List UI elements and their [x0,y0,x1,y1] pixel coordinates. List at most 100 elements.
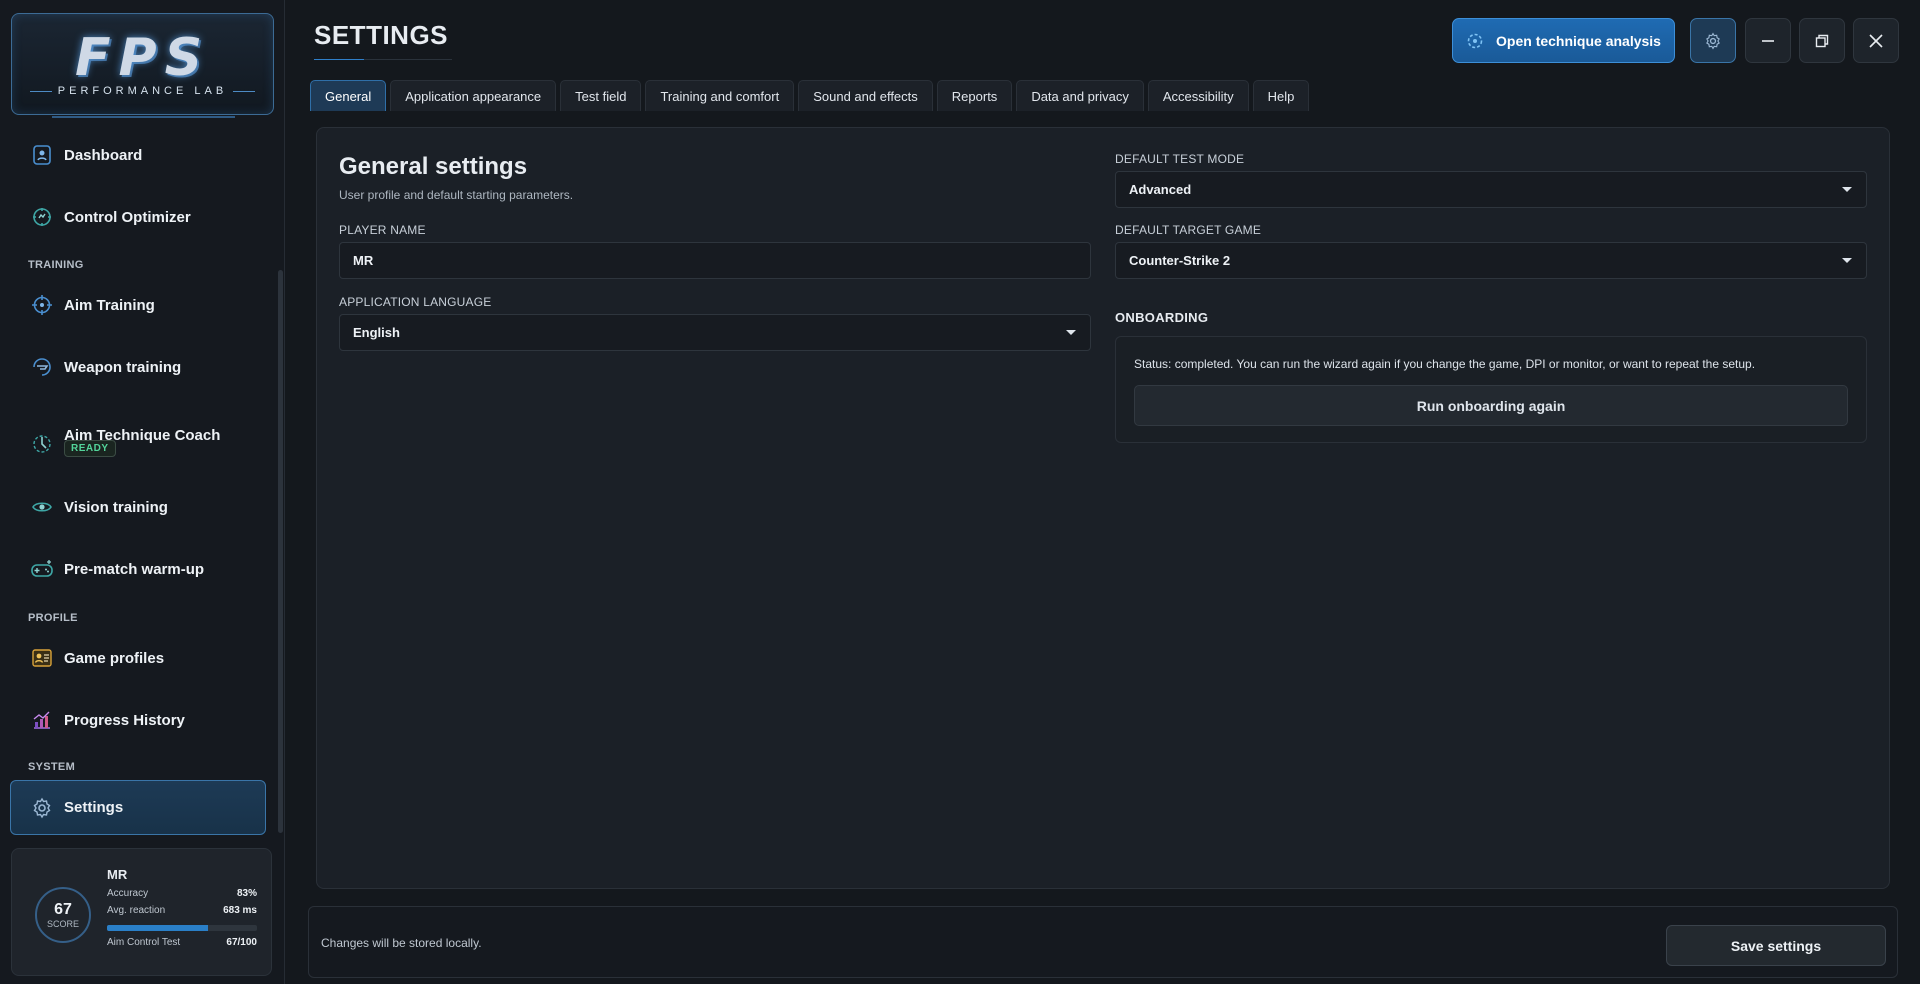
optimizer-icon [30,205,54,229]
ready-badge: READY [64,440,116,457]
tab-reports[interactable]: Reports [936,80,1013,111]
gamepad-icon [30,557,54,581]
test-progress-fill [107,925,208,931]
chevron-down-icon [1066,330,1076,335]
test-progress-bar [107,925,257,931]
player-name: MR [107,867,128,882]
save-settings-button[interactable]: Save settings [1666,925,1886,966]
onboarding-box: Status: completed. You can run the wizar… [1115,336,1867,443]
sidebar-scrollbar[interactable] [278,270,283,833]
player-name-field[interactable]: MR [339,242,1091,279]
logo-divider [52,116,235,118]
test-row: Aim Control Test 67/100 [107,937,257,948]
test-mode-select[interactable]: Advanced [1115,171,1867,208]
target-game-label: DEFAULT TARGET GAME [1115,223,1262,237]
accuracy-row: Accuracy 83% [107,888,257,899]
sidebar-item-label: Game profiles [64,649,165,667]
tab-accessibility[interactable]: Accessibility [1147,80,1249,111]
score-ring: 67 SCORE [35,887,91,943]
sidebar-item-vision-training[interactable]: Vision training [10,485,266,529]
title-underline [314,59,452,60]
target-game-value: Counter-Strike 2 [1129,253,1231,268]
weapon-icon [30,355,54,379]
minimize-button[interactable] [1745,18,1791,63]
section-subtitle: User profile and default starting parame… [339,188,574,202]
section-label-system: SYSTEM [28,761,76,773]
open-technique-analysis-button[interactable]: Open technique analysis [1452,18,1675,63]
sidebar-item-progress-history[interactable]: Progress History [10,698,266,742]
score-label: SCORE [46,919,79,929]
sidebar-item-label: Pre-match warm-up [64,560,205,578]
sidebar-item-label: Weapon training [64,358,182,376]
run-onboarding-button[interactable]: Run onboarding again [1134,385,1848,426]
test-value: 67/100 [226,937,257,948]
language-select[interactable]: English [339,314,1091,351]
app-logo[interactable]: FPS PERFORMANCE LAB [11,13,274,115]
page-title: SETTINGS [314,20,449,50]
chevron-down-icon [1842,258,1852,263]
sidebar-item-game-profiles[interactable]: Game profiles [10,636,266,680]
target-game-select[interactable]: Counter-Strike 2 [1115,242,1867,279]
tab-sound-and-effects[interactable]: Sound and effects [798,80,933,111]
close-icon [1869,33,1883,48]
profile-summary-card[interactable]: 67 SCORE MR Accuracy 83% Avg. reaction 6… [11,848,272,976]
restore-icon [1815,34,1829,48]
onboarding-title: ONBOARDING [1115,310,1209,325]
section-label-training: TRAINING [28,259,84,271]
sidebar-item-aim-technique-coach[interactable]: Aim Technique Coach [10,414,266,474]
chart-icon [30,708,54,732]
sidebar-item-weapon-training[interactable]: Weapon training [10,345,266,389]
score-value: 67 [54,901,72,918]
settings-button[interactable] [1690,18,1736,63]
player-name-label: PLAYER NAME [339,223,426,237]
logo-subtitle: PERFORMANCE LAB [12,85,273,97]
tab-data-and-privacy[interactable]: Data and privacy [1016,80,1144,111]
reaction-row: Avg. reaction 683 ms [107,905,257,916]
footer-note: Changes will be stored locally. [321,936,482,950]
gear-icon [1704,32,1722,50]
section-title: General settings [339,153,528,180]
reaction-value: 683 ms [223,905,257,916]
accuracy-label: Accuracy [107,888,149,899]
tab-help[interactable]: Help [1252,80,1310,111]
section-label-profile: PROFILE [28,612,78,624]
coach-icon [30,432,54,456]
reaction-label: Avg. reaction [107,905,166,916]
gear-icon [30,796,54,820]
test-label: Aim Control Test [107,937,181,948]
sidebar-item-label: Vision training [64,498,168,516]
accuracy-value: 83% [236,888,257,899]
footer-bar: Changes will be stored locally. Save set… [308,906,1898,978]
minimize-icon [1761,34,1775,48]
onboarding-status: Status: completed. You can run the wizar… [1134,357,1756,371]
sidebar-item-aim-training[interactable]: Aim Training [10,283,266,327]
maximize-button[interactable] [1799,18,1845,63]
test-mode-value: Advanced [1129,182,1192,197]
tab-test-field[interactable]: Test field [560,80,642,111]
close-button[interactable] [1853,18,1899,63]
chevron-down-icon [1842,187,1852,192]
sidebar-item-settings[interactable]: Settings [10,780,266,835]
analysis-icon [1466,32,1484,50]
test-mode-label: DEFAULT TEST MODE [1115,152,1245,166]
dashboard-icon [30,143,54,167]
crosshair-icon [30,293,54,317]
sidebar-item-control-optimizer[interactable]: Control Optimizer [10,195,266,239]
sidebar-item-label: Settings [64,799,124,816]
sidebar-item-label: Control Optimizer [64,208,191,226]
logo-text: FPS [74,28,211,88]
language-label: APPLICATION LANGUAGE [339,295,492,309]
profile-card-icon [30,646,54,670]
language-value: English [353,325,400,340]
tab-training-and-comfort[interactable]: Training and comfort [645,80,795,111]
sidebar-item-dashboard[interactable]: Dashboard [10,133,266,177]
sidebar-item-label: Aim Training [64,296,155,314]
tab-general[interactable]: General [310,80,387,111]
settings-tabs: General Application appearance Test fiel… [310,80,1313,111]
sidebar-item-label: Dashboard [64,146,143,164]
sidebar-item-pre-match-warm-up[interactable]: Pre-match warm-up [10,547,266,591]
eye-icon [30,495,54,519]
tab-application-appearance[interactable]: Application appearance [390,80,557,111]
sidebar-item-label: Progress History [64,711,185,729]
sidebar: FPS PERFORMANCE LAB Dashboard Control Op… [0,0,285,984]
